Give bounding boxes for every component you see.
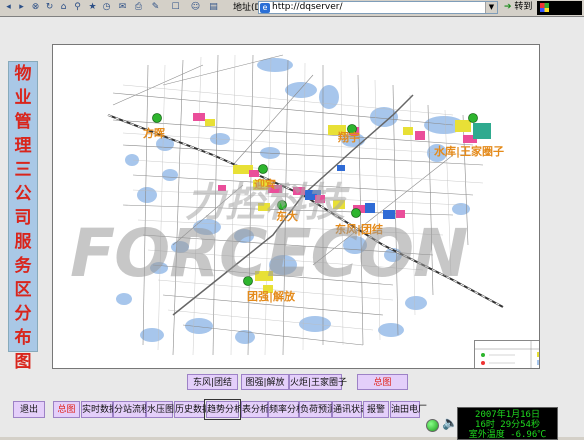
go-label: 转到 xyxy=(514,2,533,12)
messenger-icon[interactable]: ☺ xyxy=(190,2,201,13)
status-time: 16时 29分54秒 xyxy=(475,420,540,430)
map-label[interactable]: 翔宇 xyxy=(338,129,360,145)
title-char: 理 xyxy=(14,136,32,156)
edit-icon[interactable]: ✎ xyxy=(150,2,161,13)
overview-button[interactable]: 总图 xyxy=(357,374,408,390)
back-icon[interactable]: ◂ xyxy=(3,2,14,13)
status-display: 2007年1月16日 16时 29分54秒 室外温度 -6.96℃ xyxy=(457,407,558,440)
title-char: 图 xyxy=(14,352,32,372)
nav-button-trend[interactable]: 趋势分析 xyxy=(204,399,243,420)
map-label[interactable]: 水库|王家圈子 xyxy=(434,143,504,159)
status-date: 2007年1月16日 xyxy=(475,410,540,420)
chevron-down-icon[interactable]: ▼ xyxy=(485,2,497,13)
title-char: 三 xyxy=(14,160,32,180)
vertical-title: 物 业 管 理 三 公 司 服 务 区 分 布 图 xyxy=(8,61,38,372)
area-button-tuqiang[interactable]: 图强|解放 xyxy=(241,374,289,390)
address-input[interactable]: e http://dqserver/ ▼ xyxy=(258,1,498,14)
title-char: 司 xyxy=(14,208,32,228)
status-temp: 室外温度 -6.96℃ xyxy=(468,430,547,440)
title-char: 布 xyxy=(14,328,32,348)
title-char: 务 xyxy=(14,256,32,276)
title-char: 服 xyxy=(14,232,32,252)
nav-button-report[interactable]: 表分析 xyxy=(241,401,269,418)
nav-button-frequency[interactable]: 频率分析 xyxy=(268,401,305,418)
discuss-icon[interactable]: ☐ xyxy=(170,2,181,13)
browser-toolbar: ◂ ▸ ⊗ ↻ ⌂ ⚲ ★ ◷ ✉ ⎙ ✎ ☐ ☺ ▤ 地址(D) e http… xyxy=(0,0,584,17)
watermark: FORCECON xyxy=(70,215,468,292)
forward-icon[interactable]: ▸ xyxy=(16,2,27,13)
title-char: 物 xyxy=(14,64,32,84)
title-char: 公 xyxy=(14,184,32,204)
exit-button[interactable]: 退出 xyxy=(13,401,45,418)
nav-button-power-plant[interactable]: 油田电厂 xyxy=(390,401,427,418)
area-button-dongfeng[interactable]: 东风|团结 xyxy=(187,374,238,390)
map-legend xyxy=(474,340,539,368)
nav-button-realtime[interactable]: 实时数据 xyxy=(81,401,118,418)
nav-button-alarm[interactable]: 报警 xyxy=(363,401,389,418)
stop-icon[interactable]: ⊗ xyxy=(30,2,41,13)
go-button[interactable]: ➔ 转到 xyxy=(504,1,532,14)
status-light-icon xyxy=(426,419,439,432)
title-char: 区 xyxy=(14,280,32,300)
nav-button-history[interactable]: 历史数据 xyxy=(174,401,211,418)
home-icon[interactable]: ⌂ xyxy=(58,2,69,13)
main-area: 物 业 管 理 三 公 司 服 务 区 分 布 图 方晖 翔宇 水库|王家圈子 … xyxy=(0,17,584,440)
speaker-icon[interactable]: 🔈 xyxy=(442,416,458,432)
ie-page-icon: e xyxy=(260,3,270,13)
title-char: 业 xyxy=(14,88,32,108)
title-char: 管 xyxy=(14,112,32,132)
research-icon[interactable]: ▤ xyxy=(208,2,219,13)
search-icon[interactable]: ⚲ xyxy=(72,2,83,13)
nav-button-overview[interactable]: 总图 xyxy=(53,401,80,418)
go-arrow-icon: ➔ xyxy=(504,2,512,12)
address-url: http://dqserver/ xyxy=(272,2,343,12)
windows-logo-icon xyxy=(537,1,582,15)
map-label[interactable]: 方晖 xyxy=(143,125,165,141)
favorites-icon[interactable]: ★ xyxy=(87,2,98,13)
nav-button-comm-status[interactable]: 通讯状态 xyxy=(332,401,369,418)
nav-button-pressure[interactable]: 水压图 xyxy=(146,401,174,418)
nav-button-flow[interactable]: 分站流程 xyxy=(113,401,150,418)
nav-button-load-forecast[interactable]: 负荷预测 xyxy=(299,401,336,418)
legend-drawing xyxy=(475,341,539,368)
area-button-huoju[interactable]: 火炬|王家圈子 xyxy=(289,374,347,390)
print-icon[interactable]: ⎙ xyxy=(133,2,144,13)
mail-icon[interactable]: ✉ xyxy=(117,2,128,13)
refresh-icon[interactable]: ↻ xyxy=(44,2,55,13)
history-icon[interactable]: ◷ xyxy=(101,2,112,13)
title-char: 分 xyxy=(14,304,32,324)
